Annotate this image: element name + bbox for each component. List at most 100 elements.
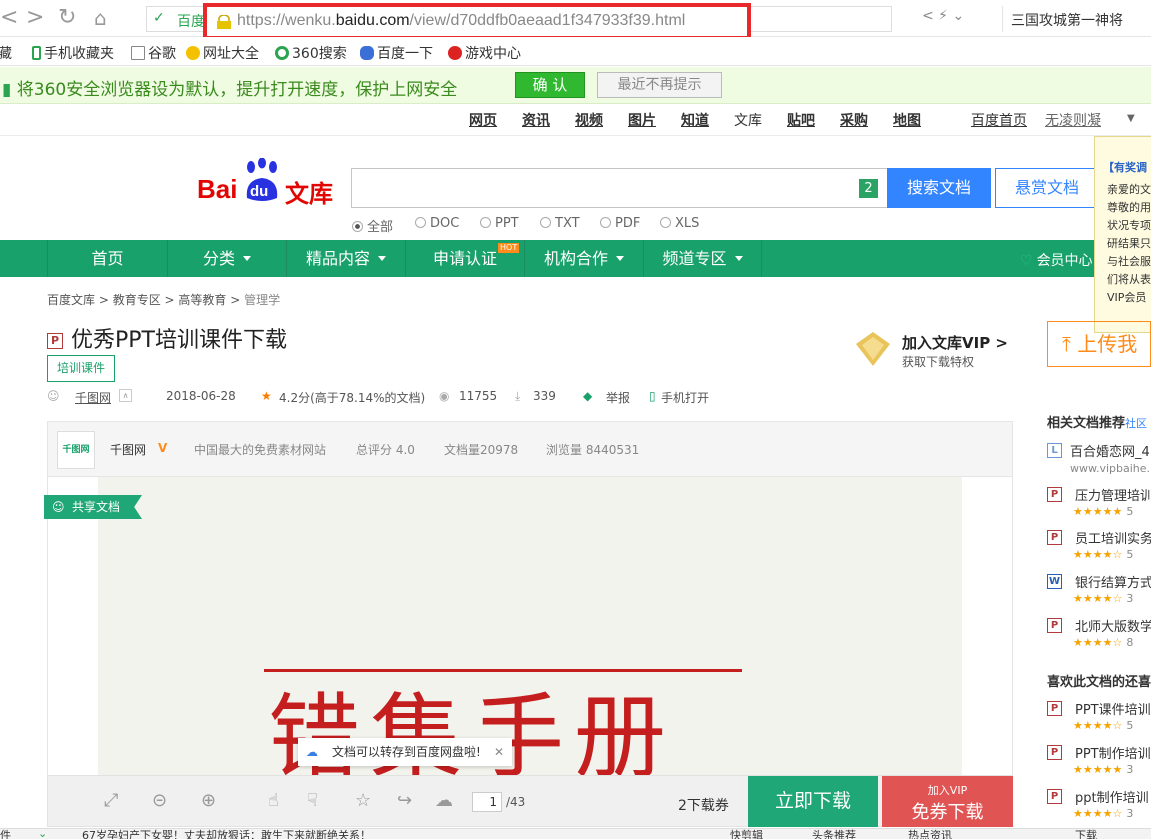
- thumb-up-icon[interactable]: ☝: [268, 790, 279, 811]
- filetype-pdf[interactable]: PDF: [600, 216, 640, 231]
- confirm-button[interactable]: 确 认: [515, 72, 585, 98]
- url-text: https://wenku.baidu.com/view/d70ddfb0aea…: [237, 12, 686, 29]
- cloud-save-icon[interactable]: ☁: [435, 790, 453, 811]
- filetype-all[interactable]: 全部: [352, 216, 393, 235]
- close-icon[interactable]: ✕: [494, 738, 504, 766]
- popup-line: 尊敬的用: [1107, 201, 1151, 214]
- forward-icon[interactable]: >: [26, 6, 44, 30]
- related-item[interactable]: W 银行结算方式 ★★★★☆ 3: [1047, 572, 1151, 612]
- nav-label: 精品内容: [305, 249, 370, 268]
- paw-icon: [360, 46, 374, 60]
- default-browser-bar: ▮ 将360安全浏览器设为默认，提升打开速度，保护上网安全 确 认 最近不再提示: [0, 67, 1151, 104]
- back-icon[interactable]: <: [0, 6, 18, 30]
- nav-link-web[interactable]: 网页: [469, 110, 497, 130]
- bookmark-mobile[interactable]: 手机收藏夹: [32, 43, 114, 63]
- popup-title: 【有奖调: [1103, 161, 1147, 174]
- liked-item[interactable]: P PPT制作培训 ★★★★★ 3: [1047, 743, 1151, 783]
- wenku-logo[interactable]: Bai du 文库: [197, 158, 337, 208]
- q-icon: [275, 46, 289, 60]
- related-item[interactable]: P 压力管理培训 ★★★★★ 5: [1047, 485, 1151, 525]
- filetype-txt[interactable]: TXT: [540, 216, 580, 231]
- page-number-input[interactable]: 1: [472, 792, 502, 812]
- nav-premium[interactable]: 精品内容: [286, 240, 405, 277]
- survey-popup[interactable]: 【有奖调 亲爱的文 尊敬的用 状况专项 研结果只 与社会服 们将从表 VIP会员: [1094, 136, 1151, 333]
- home-icon[interactable]: ⌂: [94, 6, 107, 30]
- vip-center-link[interactable]: ♡ 会员中心: [1020, 250, 1093, 270]
- nav-link-wenku[interactable]: 文库: [734, 110, 762, 130]
- bookmark-game[interactable]: 游戏中心: [448, 43, 521, 63]
- breadcrumb-item[interactable]: 高等教育: [178, 293, 226, 307]
- status-item-headline[interactable]: 头条推荐: [812, 829, 856, 839]
- breadcrumb-item[interactable]: 教育专区: [113, 293, 161, 307]
- vip-join-link[interactable]: 加入文库VIP > 获取下载特权: [854, 330, 1024, 372]
- hot-badge: HOT: [498, 243, 520, 253]
- liked-item[interactable]: P PPT课件培训 ★★★★☆ 5: [1047, 699, 1151, 739]
- baidu-home-link[interactable]: 百度首页: [971, 110, 1027, 130]
- never-remind-button[interactable]: 最近不再提示: [597, 72, 722, 98]
- bookmark-nav[interactable]: 网址大全: [186, 43, 259, 63]
- upload-button[interactable]: ⤒ 上传我: [1047, 321, 1151, 367]
- share-icon[interactable]: ↪: [397, 790, 412, 811]
- hot-search-input[interactable]: 三国攻城第一神将: [1002, 6, 1151, 32]
- related-item[interactable]: L 百合婚恋网_4 www.vipbaihe.: [1047, 441, 1151, 481]
- user-dropdown-icon[interactable]: ▼: [1127, 113, 1135, 124]
- search-button[interactable]: 搜索文档: [887, 168, 991, 208]
- filetype-label: PPT: [495, 216, 519, 231]
- nav-channel[interactable]: 频道专区: [643, 240, 762, 277]
- radio-icon: [600, 217, 611, 228]
- nav-partner[interactable]: 机构合作: [524, 240, 643, 277]
- vip-free-download-button[interactable]: 加入VIP 免券下载: [882, 776, 1013, 827]
- filetype-xls[interactable]: XLS: [660, 216, 699, 231]
- nav-home[interactable]: 首页: [47, 240, 167, 277]
- expand-icon[interactable]: ∧: [119, 389, 132, 402]
- filetype-doc[interactable]: DOC: [415, 216, 459, 231]
- item-name: 北师大版数学: [1075, 620, 1151, 635]
- star-icon[interactable]: ☆: [355, 790, 371, 811]
- reload-icon[interactable]: ↻: [58, 6, 76, 30]
- chevron-down-icon[interactable]: ⌄: [38, 829, 47, 839]
- zoom-in-icon[interactable]: ⊕: [201, 790, 216, 811]
- bookmark-item[interactable]: 藏: [0, 43, 12, 63]
- fullscreen-icon[interactable]: ⤢: [104, 790, 118, 811]
- status-item-hot[interactable]: 热点资讯: [908, 829, 952, 839]
- author-name[interactable]: 千图网: [110, 441, 146, 458]
- bookmark-baidu[interactable]: 百度一下: [360, 43, 433, 63]
- liked-item[interactable]: Pppt制作培训 ★★★★☆ 3: [1047, 787, 1151, 827]
- related-item[interactable]: P 员工培训实务 ★★★★☆ 5: [1047, 528, 1151, 568]
- status-item-clip[interactable]: 快剪辑: [730, 829, 763, 839]
- nav-link-zhidao[interactable]: 知道: [681, 110, 709, 130]
- shared-doc-tag: ☺ 共享文档: [44, 495, 142, 519]
- author-link[interactable]: 千图网: [75, 389, 111, 406]
- nav-link-map[interactable]: 地图: [893, 110, 921, 130]
- related-item[interactable]: P 北师大版数学 ★★★★☆ 8: [1047, 616, 1151, 656]
- thumb-down-icon[interactable]: ☟: [307, 790, 318, 811]
- bookmark-360[interactable]: 360搜索: [275, 43, 347, 63]
- nav-link-purchase[interactable]: 采购: [840, 110, 868, 130]
- nav-link-images[interactable]: 图片: [628, 110, 656, 130]
- status-item-download[interactable]: 下载: [1075, 829, 1097, 839]
- report-link[interactable]: 举报: [606, 389, 630, 406]
- filetype-ppt[interactable]: PPT: [480, 216, 519, 231]
- url-highlight-box[interactable]: https://wenku.baidu.com/view/d70ddfb0aea…: [203, 3, 751, 40]
- user-link[interactable]: 无凌则凝: [1045, 110, 1101, 130]
- search-input[interactable]: [351, 168, 888, 208]
- nav-link-tieba[interactable]: 贴吧: [787, 110, 815, 130]
- news-ticker[interactable]: 67岁孕妇产下女婴！丈夫却放狠话：敢生下来就断绝关系！: [82, 829, 371, 839]
- nav-link-video[interactable]: 视频: [575, 110, 603, 130]
- mobile-open-link[interactable]: 手机打开: [661, 389, 709, 406]
- zoom-out-icon[interactable]: ⊝: [152, 790, 167, 811]
- reward-doc-button[interactable]: 悬赏文档: [995, 168, 1099, 208]
- radio-icon: [415, 217, 426, 228]
- bookmark-google[interactable]: 谷歌: [131, 43, 176, 63]
- liked-docs-heading: 喜欢此文档的还喜: [1047, 675, 1151, 690]
- related-more-link[interactable]: 社区: [1125, 417, 1147, 430]
- author-logo[interactable]: 千图网: [57, 431, 95, 469]
- nav-link-news[interactable]: 资讯: [522, 110, 550, 130]
- doc-tag[interactable]: 培训课件: [47, 355, 115, 382]
- bookmark-label: 360搜索: [292, 46, 347, 62]
- share-icon[interactable]: < ⚡ ⌄: [922, 8, 964, 24]
- download-button[interactable]: 立即下载: [748, 776, 878, 827]
- nav-category[interactable]: 分类: [167, 240, 286, 277]
- breadcrumb-item[interactable]: 百度文库: [47, 293, 95, 307]
- breadcrumb-item[interactable]: 管理学: [244, 293, 280, 307]
